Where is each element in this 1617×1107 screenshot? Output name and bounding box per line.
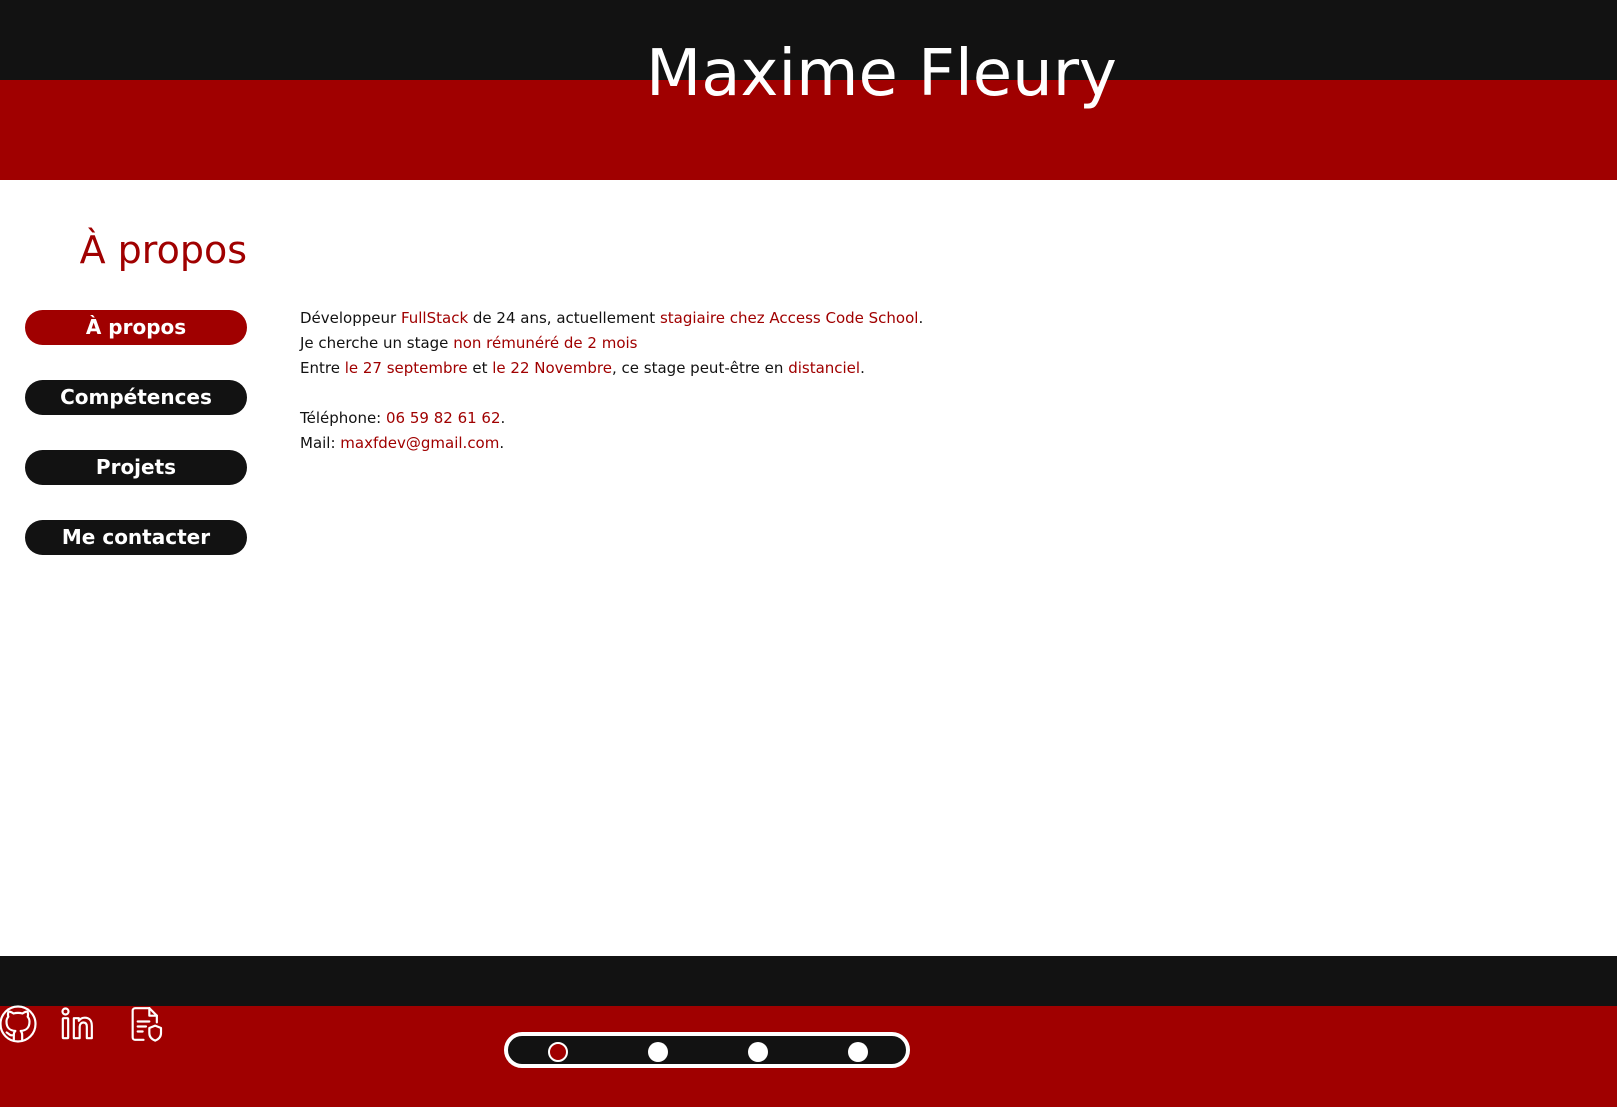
about-line-search: Je cherche un stage non rémunéré de 2 mo… (300, 331, 1200, 356)
about-text-segment: de 24 ans, actuellement (468, 309, 660, 327)
github-link[interactable] (0, 1004, 38, 1044)
pager-dot-2[interactable] (648, 1042, 668, 1062)
about-text-segment: Développeur (300, 309, 401, 327)
side-nav: À propos Compétences Projets Me contacte… (25, 310, 247, 590)
about-line-phone: Téléphone: 06 59 82 61 62. (300, 406, 1200, 431)
about-text-segment: Entre (300, 359, 345, 377)
highlight-remote: distanciel (788, 359, 861, 377)
highlight-fullstack: FullStack (400, 309, 469, 327)
about-text-segment: . (860, 359, 865, 377)
about-line-intro: Développeur FullStack de 24 ans, actuell… (300, 306, 1200, 331)
cv-document-icon (131, 1007, 163, 1042)
nav-skills-button[interactable]: Compétences (25, 380, 247, 415)
about-text-segment: . (499, 434, 505, 452)
nav-about-button[interactable]: À propos (25, 310, 247, 345)
pager-dot-4[interactable] (848, 1042, 868, 1062)
about-text-segment: . (918, 309, 924, 327)
about-text-segment: . (500, 409, 506, 427)
mail-label: Mail: (300, 434, 341, 452)
section-pager (504, 1032, 910, 1068)
cv-link[interactable] (126, 1004, 166, 1044)
header: Maxime Fleury (0, 0, 1617, 180)
site-title: Maxime Fleury (646, 37, 1117, 111)
phone-number[interactable]: 06 59 82 61 62 (386, 409, 501, 427)
about-text-segment: et (467, 359, 493, 377)
phone-label: Téléphone: (300, 409, 387, 427)
highlight-start-date: le 27 septembre (344, 359, 468, 377)
pager-dot-3[interactable] (748, 1042, 768, 1062)
section-title: À propos (79, 228, 247, 272)
about-text-segment: Je cherche un stage (300, 334, 454, 352)
about-line-dates: Entre le 27 septembre et le 22 Novembre,… (300, 356, 1200, 381)
about-text-segment: , ce stage peut-être en (612, 359, 789, 377)
github-icon (0, 1005, 37, 1043)
nav-projects-button[interactable]: Projets (25, 450, 247, 485)
about-text: Développeur FullStack de 24 ans, actuell… (300, 306, 1200, 456)
about-line-mail: Mail: maxfdev@gmail.com. (300, 431, 1200, 456)
footer-top-band (0, 956, 1617, 1006)
nav-contact-button[interactable]: Me contacter (25, 520, 247, 555)
highlight-unpaid-duration: non rémunéré de 2 mois (453, 334, 638, 352)
linkedin-icon (61, 1007, 93, 1040)
mail-address[interactable]: maxfdev@gmail.com (340, 434, 499, 452)
linkedin-link[interactable] (58, 1004, 98, 1044)
pager-dot-1[interactable] (548, 1042, 568, 1062)
highlight-internship: stagiaire chez Access Code School (659, 309, 919, 327)
highlight-end-date: le 22 Novembre (492, 359, 612, 377)
